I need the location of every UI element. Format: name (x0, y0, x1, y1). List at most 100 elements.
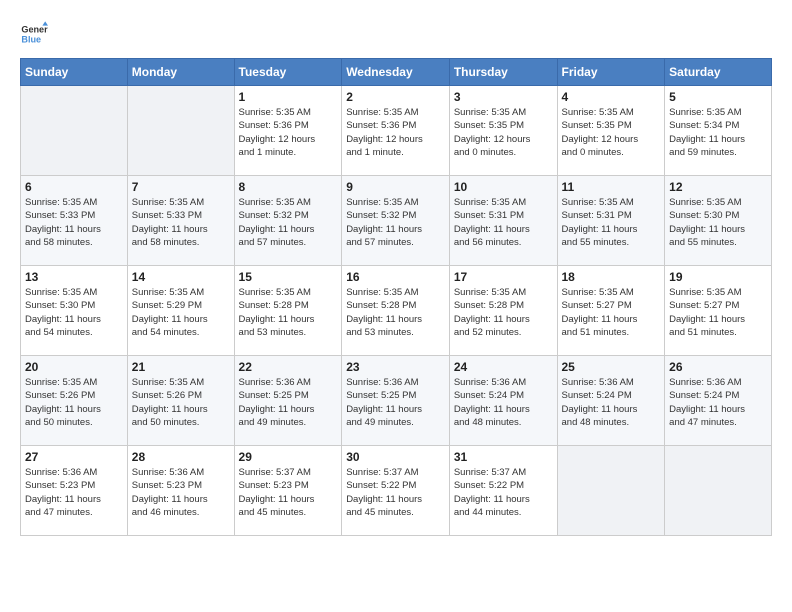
day-info: Sunrise: 5:37 AM Sunset: 5:22 PM Dayligh… (346, 466, 445, 519)
day-number: 2 (346, 90, 445, 104)
day-header-friday: Friday (557, 59, 665, 86)
day-header-thursday: Thursday (449, 59, 557, 86)
calendar-cell: 17Sunrise: 5:35 AM Sunset: 5:28 PM Dayli… (449, 266, 557, 356)
calendar-cell: 19Sunrise: 5:35 AM Sunset: 5:27 PM Dayli… (665, 266, 772, 356)
calendar-cell: 12 Sunrise: 5:35 AM Sunset: 5:30 PM Dayli… (665, 176, 772, 266)
calendar-cell: 15Sunrise: 5:35 AM Sunset: 5:28 PM Dayli… (234, 266, 342, 356)
day-info: Sunrise: 5:35 AM Sunset: 5:28 PM Dayligh… (454, 286, 553, 339)
day-number: 9 (346, 180, 445, 194)
calendar-cell: 31 Sunrise: 5:37 AM Sunset: 5:22 PM Dayli… (449, 446, 557, 536)
day-info: Sunrise: 5:35 AM Sunset: 5:32 PM Dayligh… (239, 196, 338, 249)
calendar-cell: 10 Sunrise: 5:35 AM Sunset: 5:31 PM Dayli… (449, 176, 557, 266)
day-info: Sunrise: 5:35 AM Sunset: 5:29 PM Dayligh… (132, 286, 230, 339)
day-number: 26 (669, 360, 767, 374)
day-info: Sunrise: 5:36 AM Sunset: 5:25 PM Dayligh… (239, 376, 338, 429)
calendar-header-row: SundayMondayTuesdayWednesdayThursdayFrid… (21, 59, 772, 86)
day-header-wednesday: Wednesday (342, 59, 450, 86)
day-info: Sunrise: 5:35 AM Sunset: 5:30 PM Dayligh… (669, 196, 767, 249)
calendar-cell: 11 Sunrise: 5:35 AM Sunset: 5:31 PM Dayli… (557, 176, 665, 266)
day-number: 3 (454, 90, 553, 104)
calendar-cell: 5 Sunrise: 5:35 AM Sunset: 5:34 PM Daylig… (665, 86, 772, 176)
day-info: Sunrise: 5:37 AM Sunset: 5:23 PM Dayligh… (239, 466, 338, 519)
day-info: Sunrise: 5:35 AM Sunset: 5:36 PM Dayligh… (346, 106, 445, 159)
week-row-0: 1 Sunrise: 5:35 AM Sunset: 5:36 PM Daylig… (21, 86, 772, 176)
day-info: Sunrise: 5:35 AM Sunset: 5:33 PM Dayligh… (25, 196, 123, 249)
week-row-4: 27 Sunrise: 5:36 AM Sunset: 5:23 PM Dayli… (21, 446, 772, 536)
day-info: Sunrise: 5:35 AM Sunset: 5:28 PM Dayligh… (346, 286, 445, 339)
day-info: Sunrise: 5:36 AM Sunset: 5:24 PM Dayligh… (562, 376, 661, 429)
calendar-cell: 24 Sunrise: 5:36 AM Sunset: 5:24 PM Dayli… (449, 356, 557, 446)
day-info: Sunrise: 5:35 AM Sunset: 5:32 PM Dayligh… (346, 196, 445, 249)
logo: General Blue (20, 20, 48, 48)
day-info: Sunrise: 5:35 AM Sunset: 5:36 PM Dayligh… (239, 106, 338, 159)
calendar-cell: 6 Sunrise: 5:35 AM Sunset: 5:33 PM Daylig… (21, 176, 128, 266)
day-number: 13 (25, 270, 123, 284)
day-number: 11 (562, 180, 661, 194)
calendar-cell (127, 86, 234, 176)
day-number: 25 (562, 360, 661, 374)
calendar-cell: 23 Sunrise: 5:36 AM Sunset: 5:25 PM Dayli… (342, 356, 450, 446)
day-number: 24 (454, 360, 553, 374)
day-info: Sunrise: 5:36 AM Sunset: 5:23 PM Dayligh… (132, 466, 230, 519)
calendar-cell: 28 Sunrise: 5:36 AM Sunset: 5:23 PM Dayli… (127, 446, 234, 536)
calendar-table: SundayMondayTuesdayWednesdayThursdayFrid… (20, 58, 772, 536)
calendar-cell: 21 Sunrise: 5:35 AM Sunset: 5:26 PM Dayli… (127, 356, 234, 446)
day-info: Sunrise: 5:35 AM Sunset: 5:31 PM Dayligh… (454, 196, 553, 249)
day-info: Sunrise: 5:35 AM Sunset: 5:26 PM Dayligh… (132, 376, 230, 429)
calendar-cell: 1 Sunrise: 5:35 AM Sunset: 5:36 PM Daylig… (234, 86, 342, 176)
day-info: Sunrise: 5:35 AM Sunset: 5:27 PM Dayligh… (669, 286, 767, 339)
day-number: 6 (25, 180, 123, 194)
day-number: 16 (346, 270, 445, 284)
day-number: 31 (454, 450, 553, 464)
day-info: Sunrise: 5:35 AM Sunset: 5:28 PM Dayligh… (239, 286, 338, 339)
calendar-cell: 14 Sunrise: 5:35 AM Sunset: 5:29 PM Dayli… (127, 266, 234, 356)
calendar-cell: 13 Sunrise: 5:35 AM Sunset: 5:30 PM Dayli… (21, 266, 128, 356)
week-row-3: 20 Sunrise: 5:35 AM Sunset: 5:26 PM Dayli… (21, 356, 772, 446)
svg-text:General: General (21, 25, 48, 35)
day-number: 7 (132, 180, 230, 194)
day-number: 10 (454, 180, 553, 194)
day-info: Sunrise: 5:35 AM Sunset: 5:34 PM Dayligh… (669, 106, 767, 159)
day-number: 8 (239, 180, 338, 194)
day-number: 28 (132, 450, 230, 464)
day-info: Sunrise: 5:36 AM Sunset: 5:24 PM Dayligh… (669, 376, 767, 429)
day-info: Sunrise: 5:37 AM Sunset: 5:22 PM Dayligh… (454, 466, 553, 519)
week-row-1: 6 Sunrise: 5:35 AM Sunset: 5:33 PM Daylig… (21, 176, 772, 266)
day-header-tuesday: Tuesday (234, 59, 342, 86)
day-number: 5 (669, 90, 767, 104)
day-info: Sunrise: 5:36 AM Sunset: 5:23 PM Dayligh… (25, 466, 123, 519)
logo-icon: General Blue (20, 20, 48, 48)
day-header-saturday: Saturday (665, 59, 772, 86)
calendar-cell: 26 Sunrise: 5:36 AM Sunset: 5:24 PM Dayli… (665, 356, 772, 446)
calendar-cell: 25 Sunrise: 5:36 AM Sunset: 5:24 PM Dayli… (557, 356, 665, 446)
day-header-monday: Monday (127, 59, 234, 86)
day-number: 21 (132, 360, 230, 374)
day-info: Sunrise: 5:36 AM Sunset: 5:25 PM Dayligh… (346, 376, 445, 429)
calendar-cell: 4 Sunrise: 5:35 AM Sunset: 5:35 PM Daylig… (557, 86, 665, 176)
day-info: Sunrise: 5:36 AM Sunset: 5:24 PM Dayligh… (454, 376, 553, 429)
day-info: Sunrise: 5:35 AM Sunset: 5:30 PM Dayligh… (25, 286, 123, 339)
calendar-cell: 9 Sunrise: 5:35 AM Sunset: 5:32 PM Daylig… (342, 176, 450, 266)
day-number: 27 (25, 450, 123, 464)
calendar-cell: 20 Sunrise: 5:35 AM Sunset: 5:26 PM Dayli… (21, 356, 128, 446)
day-number: 12 (669, 180, 767, 194)
calendar-cell: 22 Sunrise: 5:36 AM Sunset: 5:25 PM Dayli… (234, 356, 342, 446)
calendar-cell: 29Sunrise: 5:37 AM Sunset: 5:23 PM Dayli… (234, 446, 342, 536)
calendar-cell: 2 Sunrise: 5:35 AM Sunset: 5:36 PM Daylig… (342, 86, 450, 176)
day-number: 1 (239, 90, 338, 104)
day-number: 14 (132, 270, 230, 284)
calendar-cell: 7Sunrise: 5:35 AM Sunset: 5:33 PM Daylig… (127, 176, 234, 266)
day-info: Sunrise: 5:35 AM Sunset: 5:35 PM Dayligh… (454, 106, 553, 159)
day-info: Sunrise: 5:35 AM Sunset: 5:27 PM Dayligh… (562, 286, 661, 339)
day-number: 20 (25, 360, 123, 374)
day-number: 23 (346, 360, 445, 374)
day-info: Sunrise: 5:35 AM Sunset: 5:26 PM Dayligh… (25, 376, 123, 429)
day-info: Sunrise: 5:35 AM Sunset: 5:31 PM Dayligh… (562, 196, 661, 249)
day-number: 18 (562, 270, 661, 284)
calendar-cell: 16 Sunrise: 5:35 AM Sunset: 5:28 PM Dayli… (342, 266, 450, 356)
calendar-cell: 3 Sunrise: 5:35 AM Sunset: 5:35 PM Daylig… (449, 86, 557, 176)
day-number: 22 (239, 360, 338, 374)
day-number: 30 (346, 450, 445, 464)
day-number: 4 (562, 90, 661, 104)
day-info: Sunrise: 5:35 AM Sunset: 5:35 PM Dayligh… (562, 106, 661, 159)
